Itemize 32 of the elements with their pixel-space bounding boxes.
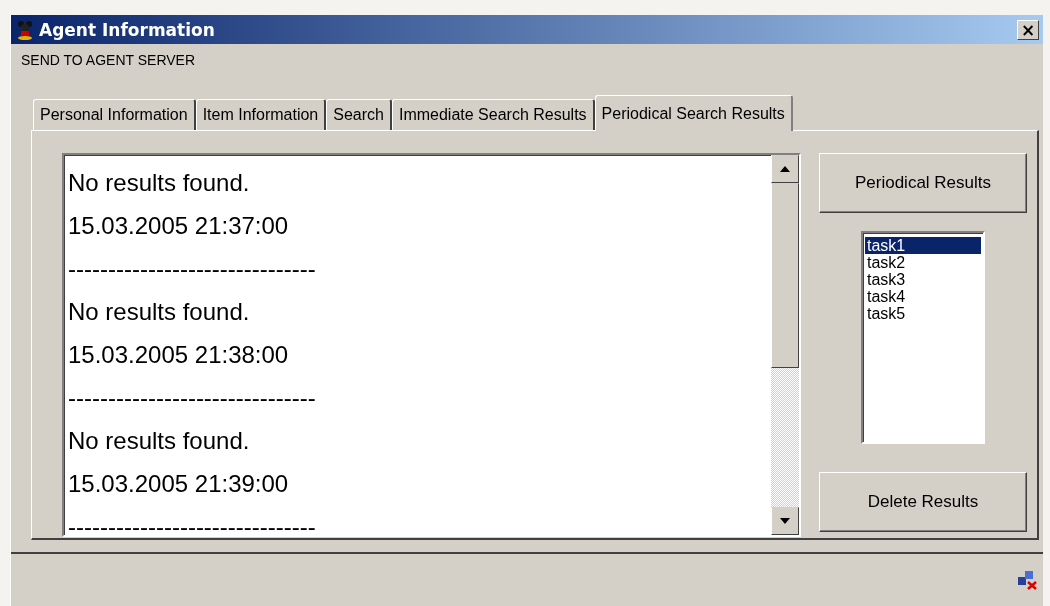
task-item[interactable]: task1 [865,237,981,254]
scrollbar[interactable] [771,155,799,535]
log-line: No results found. [68,426,250,456]
tab[interactable]: Personal Information [33,99,196,130]
task-item[interactable]: task4 [865,288,981,305]
tab[interactable]: Item Information [195,99,327,130]
log-line: 15.03.2005 21:38:00 [68,340,289,370]
tab[interactable]: Immediate Search Results [391,99,595,130]
menu-item[interactable]: SEND TO AGENT SERVER [21,52,196,68]
scroll-thumb[interactable] [771,183,799,368]
log-line: ------------------------------- [68,383,316,413]
results-text-area[interactable] [62,153,801,537]
task-item[interactable]: task3 [865,271,981,288]
tab[interactable]: Search [326,99,392,130]
network-disconnected-icon [1017,570,1037,590]
window-title: Agent Information [39,19,216,40]
task-item[interactable]: task5 [865,305,981,322]
log-line: No results found. [68,168,250,198]
tab[interactable]: Periodical Search Results [594,95,793,131]
down-arrow-icon [780,518,790,524]
delete-results-button[interactable]: Delete Results [819,472,1027,532]
task-list[interactable]: task1 task2 task3 task4 task5 [861,231,985,444]
log-line: 15.03.2005 21:37:00 [68,211,289,241]
log-line: ------------------------------- [68,254,316,284]
close-button[interactable]: × [1017,19,1039,40]
log-line: 15.03.2005 21:39:00 [68,469,289,499]
up-arrow-icon [780,166,790,172]
mascot-icon [17,19,33,40]
periodical-results-button[interactable]: Periodical Results [819,153,1027,213]
task-item[interactable]: task2 [865,254,981,271]
log-line: No results found. [68,297,250,327]
log-line: ------------------------------- [68,512,316,535]
